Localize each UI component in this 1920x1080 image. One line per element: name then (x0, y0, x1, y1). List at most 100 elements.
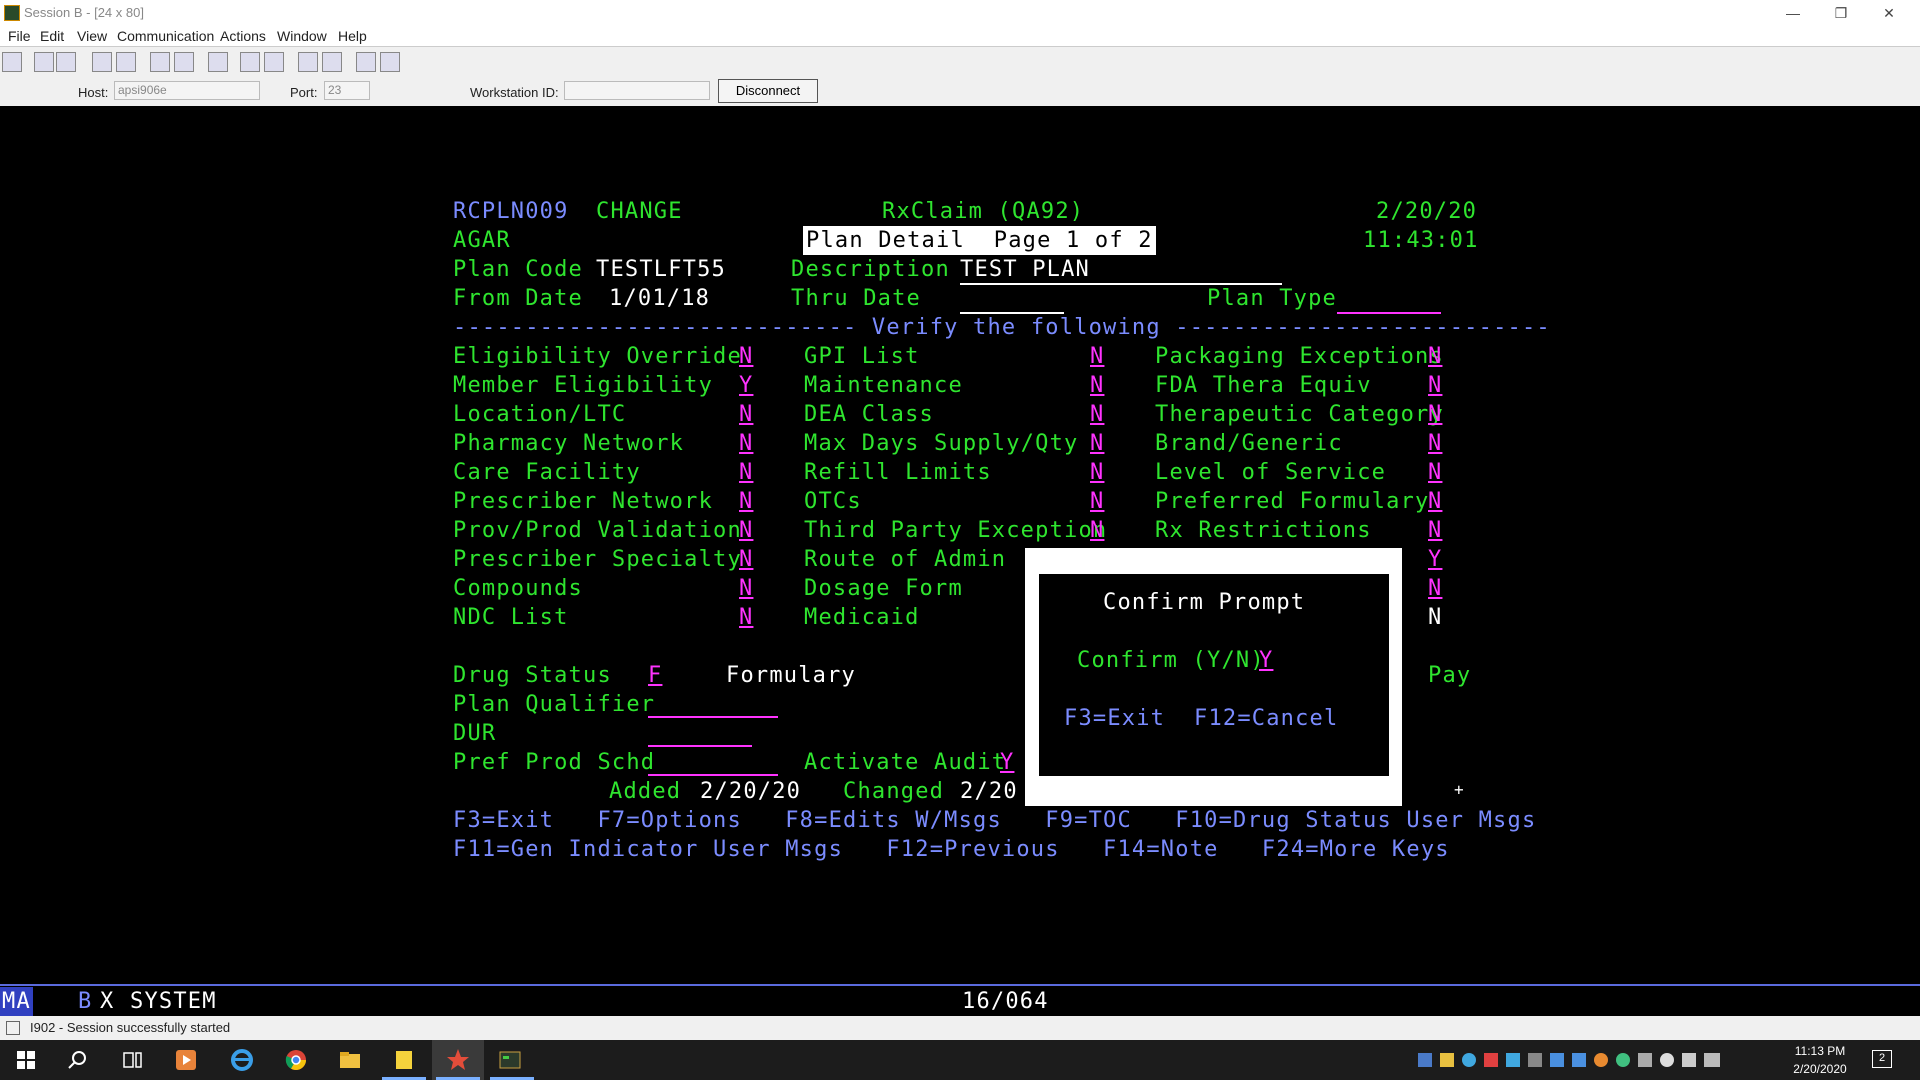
network-icon[interactable] (1660, 1053, 1674, 1067)
send-icon[interactable] (92, 52, 112, 72)
receive-icon[interactable] (116, 52, 136, 72)
col3-value[interactable]: N (1428, 487, 1442, 516)
record-icon[interactable] (208, 52, 228, 72)
col2-value[interactable]: N (1090, 371, 1104, 400)
thru-date-field[interactable] (960, 284, 1064, 314)
col1-value[interactable]: N (739, 545, 753, 574)
popup-cancel-key[interactable]: F12=Cancel (1194, 704, 1338, 733)
col3-value[interactable]: N (1428, 516, 1442, 545)
sticky-notes-icon[interactable] (390, 1046, 418, 1074)
col1-value[interactable]: Y (739, 371, 753, 400)
connection-status-icon (6, 1021, 20, 1035)
menu-window[interactable]: Window (277, 28, 327, 44)
chrome-icon[interactable] (282, 1046, 310, 1074)
col2-value[interactable]: N (1090, 429, 1104, 458)
menu-help[interactable]: Help (338, 28, 367, 44)
col2-value[interactable]: N (1090, 400, 1104, 429)
close-button[interactable]: ✕ (1866, 0, 1912, 26)
drug-status-field[interactable]: F (648, 661, 662, 690)
col3-label: Rx Restrictions (1155, 518, 1372, 543)
tray-app-icon[interactable] (1484, 1053, 1498, 1067)
col3-value[interactable]: N (1428, 342, 1442, 371)
workstation-field[interactable] (564, 81, 710, 100)
tray-app-icon[interactable] (1440, 1053, 1454, 1067)
volume-muted-icon[interactable] (1704, 1053, 1720, 1067)
tray-app-icon[interactable] (1418, 1053, 1432, 1067)
port-field[interactable]: 23 (324, 81, 370, 100)
col3-value[interactable]: N (1428, 603, 1442, 632)
menu-view[interactable]: View (77, 28, 107, 44)
plan-qualifier-field[interactable] (648, 716, 778, 718)
col2-value[interactable]: N (1090, 458, 1104, 487)
popup-exit-key[interactable]: F3=Exit (1064, 704, 1165, 733)
col3-value[interactable]: N (1428, 429, 1442, 458)
internet-explorer-icon[interactable] (228, 1046, 256, 1074)
macro-play-icon[interactable] (240, 52, 260, 72)
tray-app-icon[interactable] (1638, 1053, 1652, 1067)
confirm-field[interactable]: Y (1259, 646, 1273, 675)
menu-file[interactable]: File (8, 28, 31, 44)
col3-value[interactable]: N (1428, 574, 1442, 603)
task-view-icon[interactable] (118, 1046, 146, 1074)
windows-start-icon[interactable] (12, 1046, 40, 1074)
col1-value[interactable]: N (739, 487, 753, 516)
menu-actions[interactable]: Actions (220, 28, 266, 44)
col1-value[interactable]: N (739, 342, 753, 371)
tray-app-icon[interactable] (1616, 1053, 1630, 1067)
copy-icon[interactable] (34, 52, 54, 72)
tray-app-icon[interactable] (1572, 1053, 1586, 1067)
col3-value[interactable]: Y (1428, 545, 1442, 574)
macro-stop-icon[interactable] (264, 52, 284, 72)
dur-field[interactable] (648, 745, 752, 747)
col3-label: Brand/Generic (1155, 431, 1343, 456)
activate-audit-label: Activate Audit (804, 750, 1007, 775)
confirm-dialog-title: Confirm Prompt (1103, 590, 1306, 615)
pref-prod-schd-field[interactable] (648, 774, 778, 776)
menu-edit[interactable]: Edit (40, 28, 64, 44)
display-icon[interactable] (150, 52, 170, 72)
col1-value[interactable]: N (739, 458, 753, 487)
terminal-screen[interactable]: RCPLN009 CHANGE RxClaim (QA92) 2/20/20 A… (0, 106, 1920, 984)
activate-audit-field[interactable]: Y (1000, 748, 1014, 777)
clock-time[interactable]: 11:13 PM (1780, 1044, 1860, 1058)
ibm-access-icon[interactable] (444, 1046, 472, 1074)
paste-icon[interactable] (56, 52, 76, 72)
host-field[interactable]: apsi906e (114, 81, 260, 100)
macro-run-icon[interactable] (322, 52, 342, 72)
col2-value[interactable]: N (1090, 516, 1104, 545)
col1-value[interactable]: N (739, 603, 753, 632)
media-player-icon[interactable] (172, 1046, 200, 1074)
plan-type-field[interactable] (1337, 284, 1441, 314)
col3-value[interactable]: N (1428, 400, 1442, 429)
notification-center-icon[interactable]: 2 (1872, 1050, 1892, 1068)
print-screen-icon[interactable] (2, 52, 22, 72)
tray-app-icon[interactable] (1594, 1053, 1608, 1067)
col1-value[interactable]: N (739, 574, 753, 603)
col2-label: Maintenance (804, 373, 963, 398)
search-icon[interactable] (64, 1046, 92, 1074)
file-explorer-icon[interactable] (336, 1046, 364, 1074)
maximize-button[interactable]: ❐ (1818, 0, 1864, 26)
col1-value[interactable]: N (739, 400, 753, 429)
clock-date[interactable]: 2/20/2020 (1780, 1062, 1860, 1076)
macro-edit-icon[interactable] (298, 52, 318, 72)
tray-app-icon[interactable] (1506, 1053, 1520, 1067)
tray-app-icon[interactable] (1550, 1053, 1564, 1067)
terminal-session-icon[interactable] (496, 1046, 524, 1074)
tray-app-icon[interactable] (1462, 1053, 1476, 1067)
keypad-icon[interactable] (174, 52, 194, 72)
minimize-button[interactable]: — (1770, 0, 1816, 26)
description-field[interactable]: TEST PLAN (960, 255, 1282, 285)
globe-icon[interactable] (356, 52, 376, 72)
col3-value[interactable]: N (1428, 371, 1442, 400)
power-icon[interactable] (1682, 1053, 1696, 1067)
col1-value[interactable]: N (739, 516, 753, 545)
settings-icon[interactable] (380, 52, 400, 72)
col1-value[interactable]: N (739, 429, 753, 458)
menu-communication[interactable]: Communication (117, 28, 214, 44)
disconnect-button[interactable]: Disconnect (718, 79, 818, 103)
tray-app-icon[interactable] (1528, 1053, 1542, 1067)
col3-value[interactable]: N (1428, 458, 1442, 487)
col2-value[interactable]: N (1090, 342, 1104, 371)
col2-value[interactable]: N (1090, 487, 1104, 516)
